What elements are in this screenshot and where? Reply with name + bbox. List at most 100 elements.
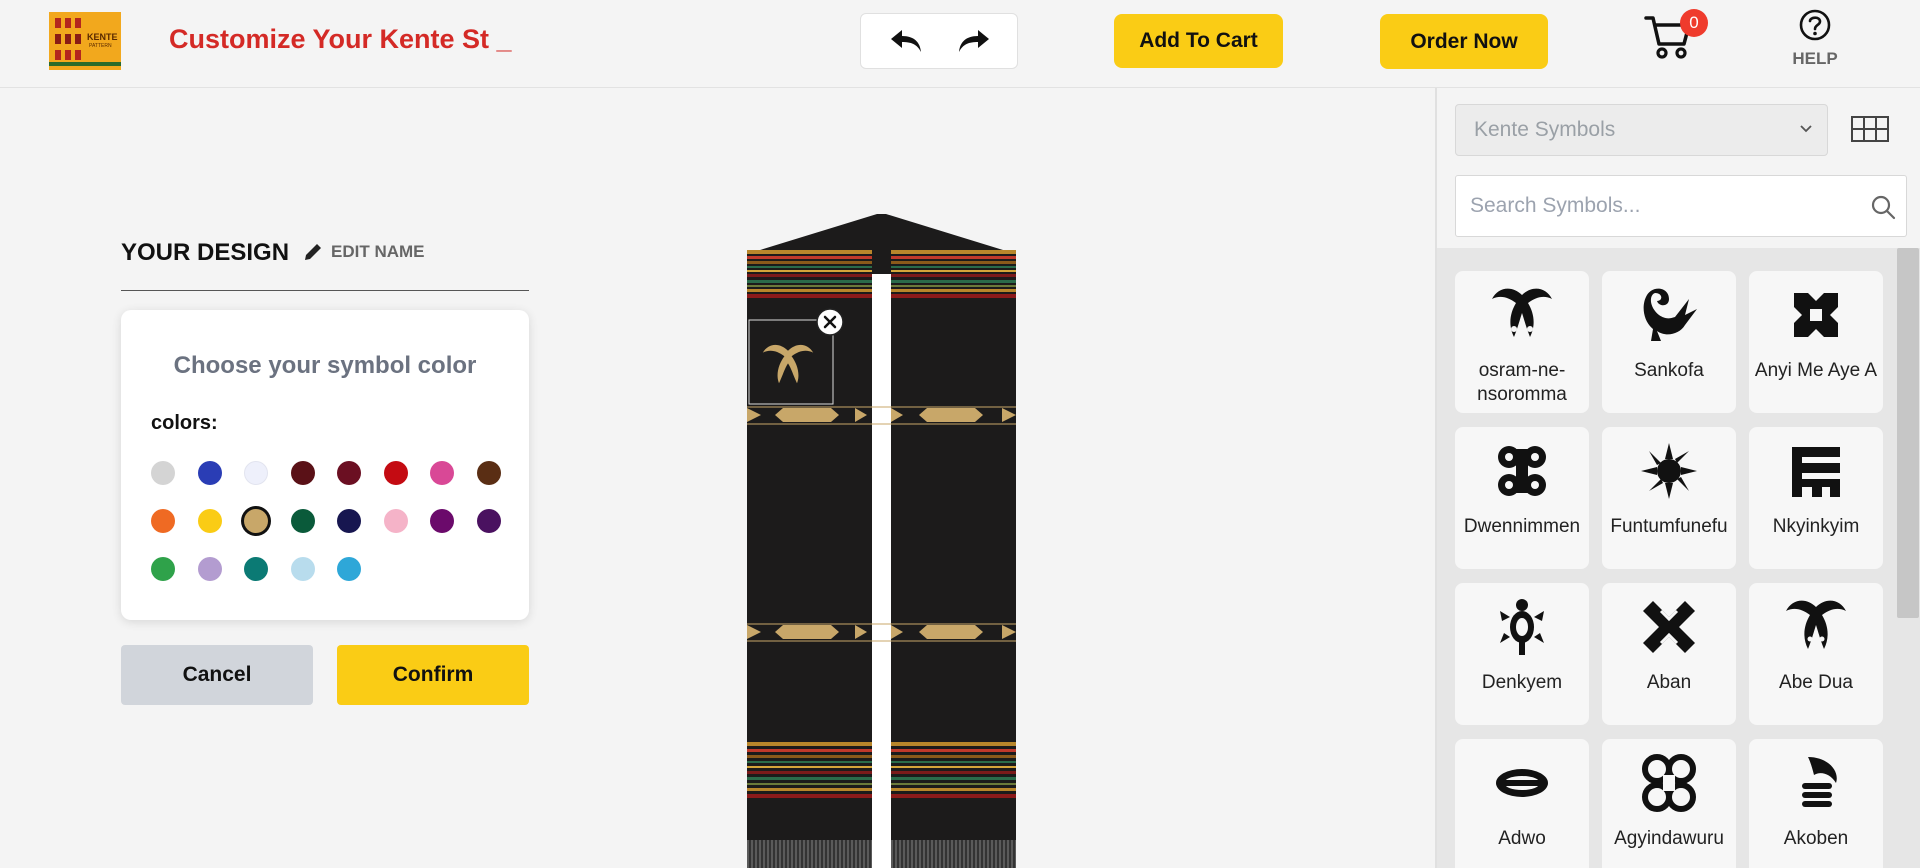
symbol-category-value: Kente Symbols bbox=[1474, 118, 1616, 141]
cart-count-badge: 0 bbox=[1680, 9, 1708, 37]
symbol-card-osram-ne-nsoromma[interactable]: osram-ne-nsoromma bbox=[1455, 271, 1589, 413]
symbol-card-akoben[interactable]: Akoben bbox=[1749, 739, 1883, 868]
symbol-name: Abe Dua bbox=[1779, 672, 1853, 693]
design-divider bbox=[121, 290, 529, 291]
color-swatch[interactable] bbox=[430, 461, 454, 485]
color-swatch[interactable] bbox=[337, 509, 361, 533]
symbol-name: Sankofa bbox=[1634, 360, 1704, 381]
symbol-card-adwo[interactable]: Adwo bbox=[1455, 739, 1589, 868]
pencil-icon bbox=[305, 244, 321, 260]
symbol-name: Agyindawuru bbox=[1614, 828, 1724, 849]
symbol-grid-scrollbar[interactable] bbox=[1897, 248, 1919, 618]
dwennimmen-icon bbox=[1492, 441, 1552, 501]
symbol-card-aban[interactable]: Aban bbox=[1602, 583, 1736, 725]
undo-redo-group bbox=[860, 13, 1018, 69]
symbol-name: Aban bbox=[1646, 672, 1692, 693]
order-now-button[interactable]: Order Now bbox=[1380, 14, 1548, 69]
symbol-name: Dwennimmen bbox=[1463, 516, 1581, 537]
akoben-icon bbox=[1786, 753, 1846, 813]
symbol-grid: osram-ne-nsoromma Sankofa Anyi Me Aye A Dwe… bbox=[1437, 248, 1920, 868]
grid-view-button[interactable] bbox=[1851, 116, 1889, 142]
symbols-panel: Kente Symbols osram-ne-nsoromma Sankofa An… bbox=[1435, 88, 1920, 868]
edit-name-label: EDIT NAME bbox=[331, 242, 425, 261]
symbol-name: Akoben bbox=[1783, 828, 1849, 849]
funtumfunefu-icon bbox=[1639, 441, 1699, 501]
help-button[interactable]: HELP bbox=[1790, 6, 1840, 70]
adwo-icon bbox=[1492, 753, 1552, 813]
undo-button[interactable] bbox=[887, 24, 927, 60]
logo-subtext: PATTERN bbox=[89, 43, 112, 49]
symbol-name: Denkyem bbox=[1481, 672, 1563, 693]
add-to-cart-button[interactable]: Add To Cart bbox=[1114, 14, 1283, 68]
anyi-me-aye-a-icon bbox=[1786, 285, 1846, 345]
color-swatch[interactable] bbox=[383, 509, 408, 533]
color-swatch[interactable] bbox=[197, 557, 222, 581]
agyindawuru-icon bbox=[1639, 753, 1699, 813]
abe-dua-icon bbox=[1786, 597, 1846, 657]
redo-icon bbox=[959, 30, 989, 52]
remove-symbol-button[interactable] bbox=[816, 308, 844, 336]
chevron-down-icon bbox=[1800, 125, 1812, 133]
color-swatch[interactable] bbox=[383, 461, 408, 485]
symbol-card-nkyinkyim[interactable]: Nkyinkyim bbox=[1749, 427, 1883, 569]
stole-fringe-left bbox=[747, 840, 872, 868]
help-label: HELP bbox=[1792, 49, 1838, 68]
symbol-card-abe-dua[interactable]: Abe Dua bbox=[1749, 583, 1883, 725]
denkyem-icon bbox=[1492, 597, 1552, 657]
symbol-card-agyindawuru[interactable]: Agyindawuru bbox=[1602, 739, 1736, 868]
symbol-category-select[interactable]: Kente Symbols bbox=[1455, 104, 1828, 156]
your-design-heading: YOUR DESIGN bbox=[121, 239, 290, 266]
symbol-color-picker: Choose your symbol color colors: bbox=[121, 310, 529, 620]
logo-text: KENTE bbox=[87, 32, 118, 42]
color-swatch[interactable] bbox=[244, 557, 268, 581]
cancel-button[interactable]: Cancel bbox=[121, 645, 313, 705]
color-swatch[interactable] bbox=[151, 509, 175, 533]
color-swatch[interactable] bbox=[430, 509, 454, 533]
confirm-button[interactable]: Confirm bbox=[337, 645, 529, 705]
symbol-search-input[interactable] bbox=[1470, 176, 1850, 236]
symbol-name: Adwo bbox=[1498, 828, 1546, 849]
grid-icon bbox=[1851, 116, 1889, 142]
page-title: Customize Your Kente St _ bbox=[169, 24, 512, 54]
help-icon bbox=[1799, 9, 1831, 41]
color-swatch[interactable] bbox=[244, 509, 268, 533]
color-swatch[interactable] bbox=[151, 461, 175, 485]
edit-name-button[interactable]: EDIT NAME bbox=[303, 242, 425, 262]
symbol-search-box bbox=[1455, 175, 1907, 237]
symbol-card-funtumfunefu[interactable]: Funtumfunefu bbox=[1602, 427, 1736, 569]
redo-button[interactable] bbox=[953, 24, 993, 60]
search-icon[interactable] bbox=[1870, 194, 1896, 220]
symbol-card-dwennimmen[interactable]: Dwennimmen bbox=[1455, 427, 1589, 569]
color-swatch[interactable] bbox=[476, 461, 501, 485]
cart-button[interactable]: 0 bbox=[1644, 9, 1708, 62]
symbol-card-denkyem[interactable]: Denkyem bbox=[1455, 583, 1589, 725]
colors-label: colors: bbox=[151, 412, 218, 434]
symbol-name: osram-ne-nsoromma bbox=[1477, 360, 1567, 405]
nkyinkyim-icon bbox=[1786, 441, 1846, 501]
kente-logo[interactable]: KENTE PATTERN bbox=[49, 12, 121, 70]
stole-fringe-right bbox=[891, 840, 1016, 868]
color-swatch[interactable] bbox=[337, 461, 361, 485]
symbol-name: Funtumfunefu bbox=[1610, 516, 1728, 537]
top-bar: KENTE PATTERN Customize Your Kente St _ … bbox=[0, 0, 1920, 88]
color-picker-title: Choose your symbol color bbox=[173, 352, 477, 379]
color-swatch[interactable] bbox=[151, 557, 175, 581]
symbol-card-anyi-me-aye-a[interactable]: Anyi Me Aye A bbox=[1749, 271, 1883, 413]
kente-stole-graphic bbox=[747, 214, 1016, 868]
sankofa-icon bbox=[1639, 285, 1699, 345]
undo-icon bbox=[891, 30, 921, 52]
color-swatch[interactable] bbox=[197, 461, 222, 485]
osram-ne-nsoromma-icon bbox=[1492, 285, 1552, 345]
symbol-card-sankofa[interactable]: Sankofa bbox=[1602, 271, 1736, 413]
stole-preview[interactable] bbox=[747, 214, 1016, 868]
symbol-name: Anyi Me Aye A bbox=[1754, 360, 1878, 381]
color-swatch[interactable] bbox=[197, 509, 222, 533]
aban-icon bbox=[1639, 597, 1699, 657]
symbol-name: Nkyinkyim bbox=[1772, 516, 1860, 537]
color-swatch[interactable] bbox=[290, 509, 315, 533]
color-swatch[interactable] bbox=[476, 509, 501, 533]
color-swatch[interactable] bbox=[244, 461, 268, 485]
color-swatch[interactable] bbox=[290, 461, 315, 485]
color-swatch[interactable] bbox=[290, 557, 315, 581]
color-swatch[interactable] bbox=[337, 557, 361, 581]
